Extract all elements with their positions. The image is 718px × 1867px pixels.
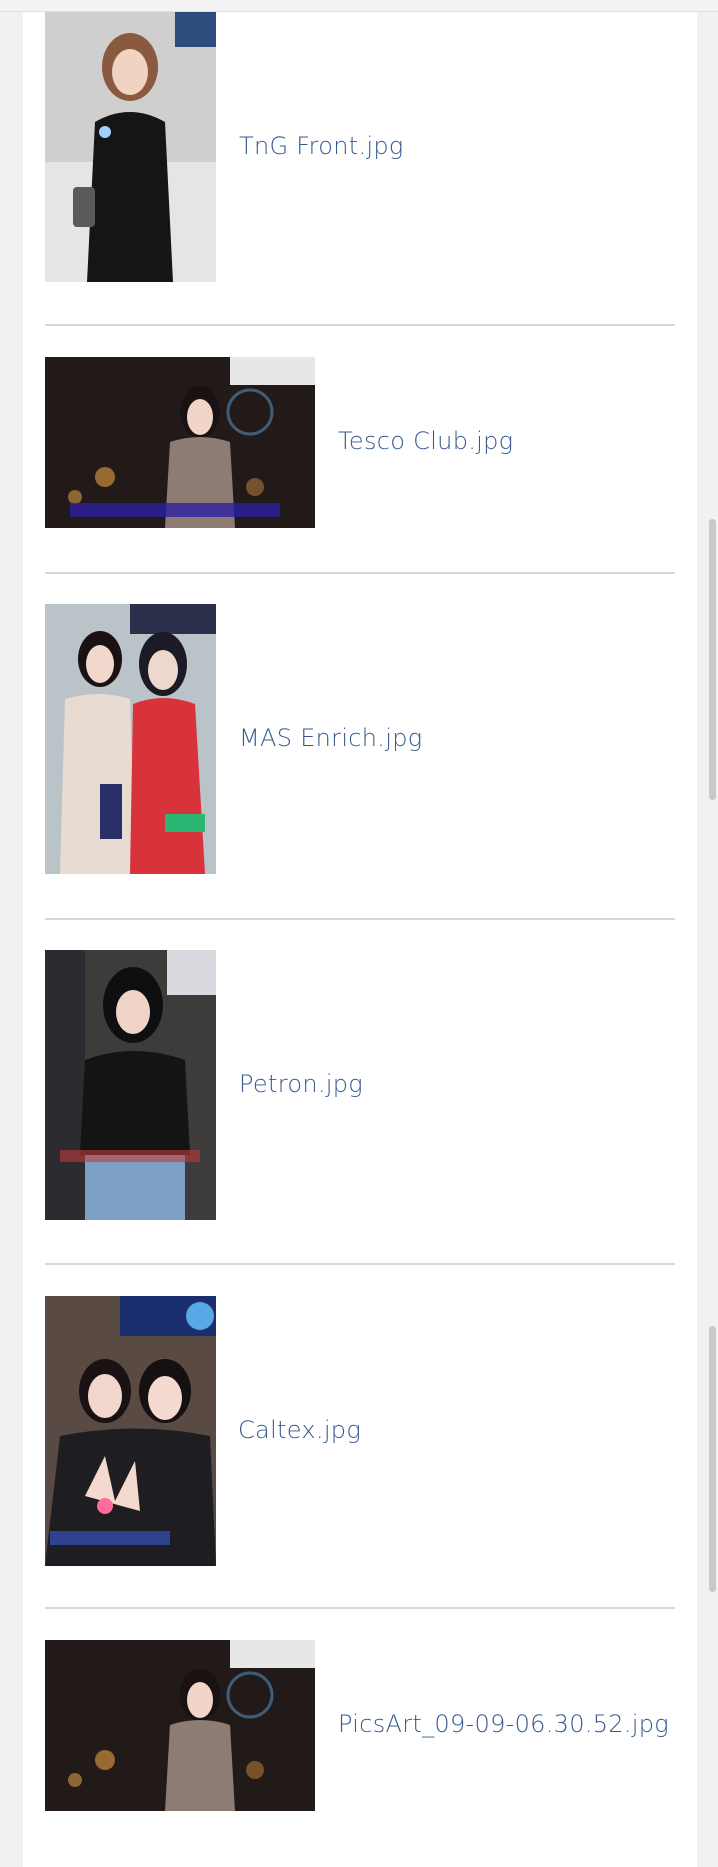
file-thumbnail[interactable] — [45, 1296, 216, 1566]
file-thumbnail[interactable] — [45, 1640, 315, 1811]
file-link[interactable]: Tesco Club.jpg — [338, 427, 513, 455]
list-item[interactable]: TnG Front.jpg — [45, 12, 675, 283]
file-link[interactable]: PicsArt_09-09-06.30.52.jpg — [338, 1710, 669, 1738]
scrollbar-thumb[interactable] — [709, 1326, 716, 1592]
list-item[interactable]: PicsArt_09-09-06.30.52.jpg — [45, 1640, 675, 1811]
file-thumbnail[interactable] — [45, 604, 216, 874]
file-thumbnail[interactable] — [45, 12, 216, 282]
browser-top-bar — [0, 0, 718, 12]
file-link[interactable]: Caltex.jpg — [238, 1416, 361, 1444]
divider — [45, 572, 675, 574]
divider — [45, 324, 675, 326]
list-item[interactable]: Caltex.jpg — [45, 1296, 675, 1566]
list-item[interactable]: Tesco Club.jpg — [45, 357, 675, 528]
file-link[interactable]: MAS Enrich.jpg — [239, 724, 422, 752]
file-link[interactable]: Petron.jpg — [239, 1070, 363, 1098]
list-item[interactable]: Petron.jpg — [45, 950, 675, 1220]
scrollbar[interactable] — [698, 0, 718, 1867]
file-list-page — [23, 12, 697, 1867]
scrollbar-thumb[interactable] — [709, 519, 716, 800]
file-link[interactable]: TnG Front.jpg — [239, 132, 404, 160]
file-thumbnail[interactable] — [45, 357, 315, 528]
list-item[interactable]: MAS Enrich.jpg — [45, 604, 675, 874]
file-thumbnail[interactable] — [45, 950, 216, 1220]
divider — [45, 918, 675, 920]
divider — [45, 1263, 675, 1265]
divider — [45, 1607, 675, 1609]
